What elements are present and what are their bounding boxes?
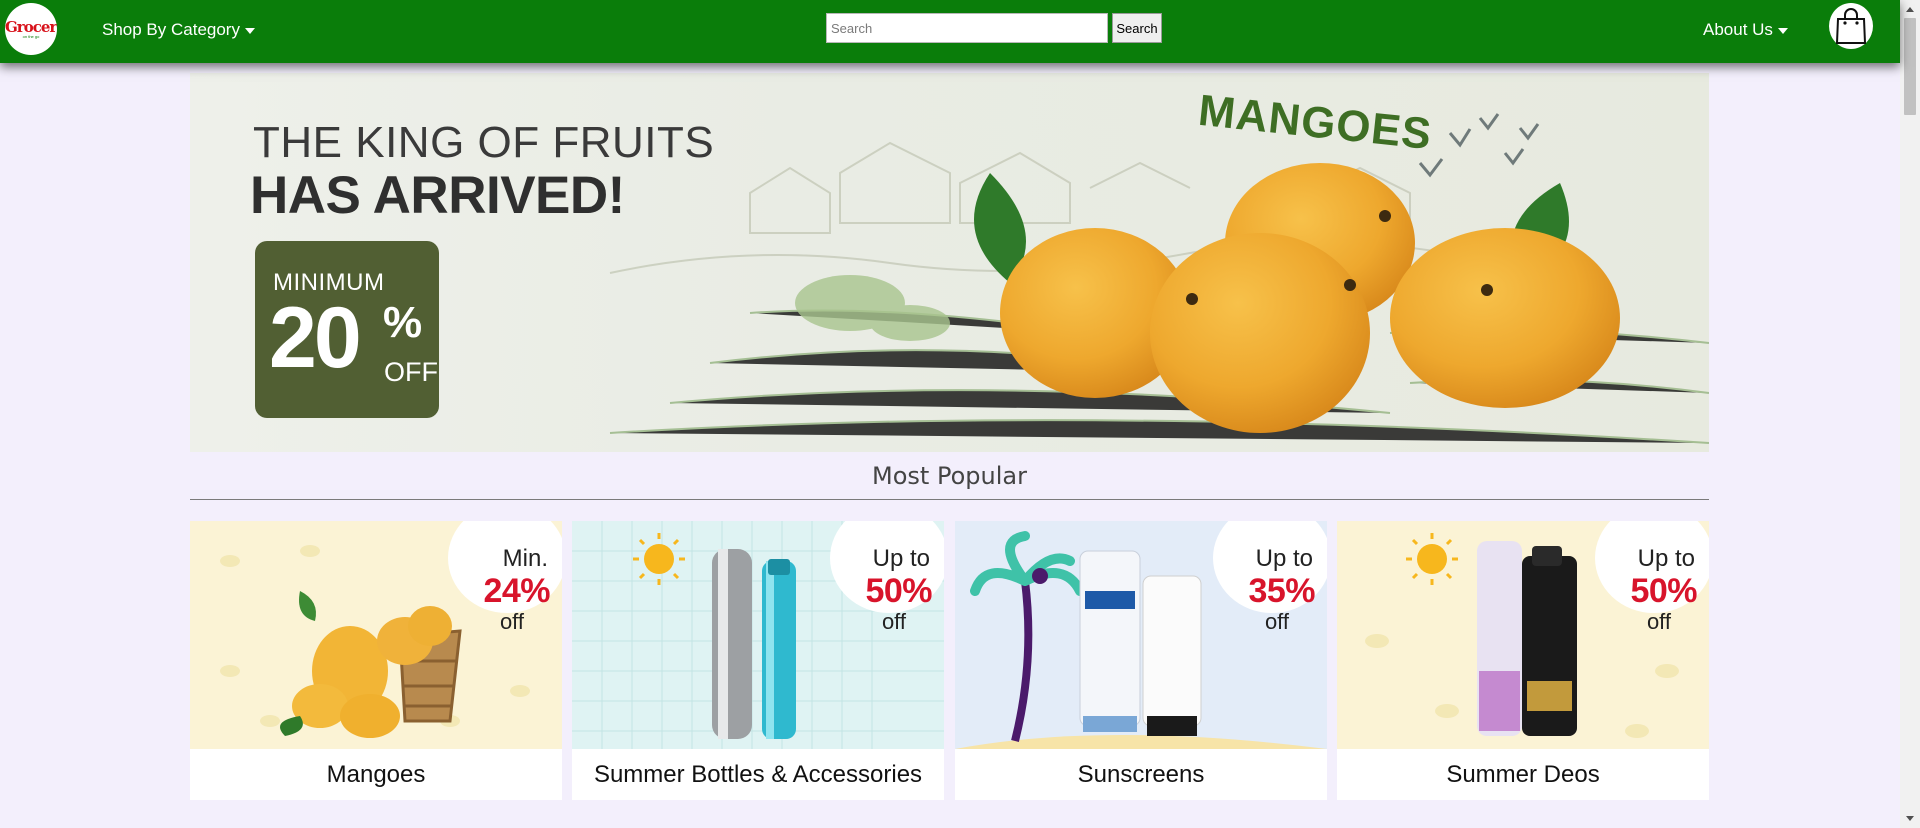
badge-prefix: Up to [1637, 545, 1695, 572]
badge-percent: 50% [865, 572, 932, 610]
card-label: Summer Bottles & Accessories [593, 761, 923, 788]
card-image: Up to 50% off [572, 521, 944, 749]
badge-percent: 24% [483, 572, 550, 610]
caret-down-icon [1777, 27, 1788, 34]
promo-percent-sign: % [383, 298, 423, 347]
card-image: Up to 35% off [955, 521, 1327, 749]
section-title: Most Popular [872, 462, 1027, 490]
badge-percent: 50% [1630, 572, 1697, 610]
badge-suffix: off [499, 609, 524, 634]
scroll-up-arrow-icon[interactable] [1906, 7, 1914, 12]
card-label: Summer Deos [1446, 761, 1600, 788]
shopping-bag-icon [1835, 8, 1867, 44]
hero-banner[interactable]: THE KING OF FRUITS HAS ARRIVED! MANGOES … [190, 73, 1709, 452]
logo-subtext: on the go [22, 34, 40, 39]
card-label: Sunscreens [1077, 761, 1205, 788]
page-scrollbar[interactable] [1900, 0, 1920, 828]
promo-number: 20 [269, 290, 362, 386]
search-button[interactable]: Search [1112, 13, 1162, 43]
badge-prefix: Up to [1255, 545, 1313, 572]
card-image: Min. 24% off [190, 521, 562, 749]
site-logo[interactable]: Grocery on the go [5, 3, 57, 55]
scroll-down-arrow-icon[interactable] [1906, 816, 1914, 821]
category-card[interactable]: Up to 50% off Summer Deos [1337, 521, 1709, 800]
search-input[interactable] [826, 13, 1108, 43]
badge-percent: 35% [1248, 572, 1315, 610]
badge-prefix: Min. [502, 545, 548, 572]
category-card[interactable]: Min. 24% off Mangoes [190, 521, 562, 800]
badge-suffix: off [1264, 609, 1289, 634]
hero-headline-line1: THE KING OF FRUITS [253, 118, 715, 167]
about-us-label: About Us [1703, 20, 1773, 39]
badge-prefix: Up to [872, 545, 930, 572]
scroll-thumb[interactable] [1904, 18, 1916, 115]
section-divider [190, 499, 1709, 500]
category-card[interactable]: Up to 35% off Sunscreens [955, 521, 1327, 800]
badge-suffix: off [1646, 609, 1671, 634]
shop-by-category-label: Shop By Category [102, 20, 240, 39]
caret-down-icon [244, 27, 255, 34]
hero-discount-box: MINIMUM 20 % OFF [255, 241, 439, 418]
card-label: Mangoes [326, 761, 426, 788]
top-navbar: Grocery on the go Shop By Category Searc… [0, 0, 1900, 63]
category-card[interactable]: Up to 50% off Summer Bottles & Accessori… [572, 521, 944, 800]
badge-suffix: off [881, 609, 906, 634]
card-image: Up to 50% off [1337, 521, 1709, 749]
promo-off-label: OFF [384, 357, 438, 387]
shop-by-category-menu[interactable]: Shop By Category [102, 20, 255, 40]
about-us-menu[interactable]: About Us [1703, 20, 1788, 40]
cart-button[interactable] [1829, 3, 1873, 49]
hero-headline-line2: HAS ARRIVED! [250, 166, 625, 225]
